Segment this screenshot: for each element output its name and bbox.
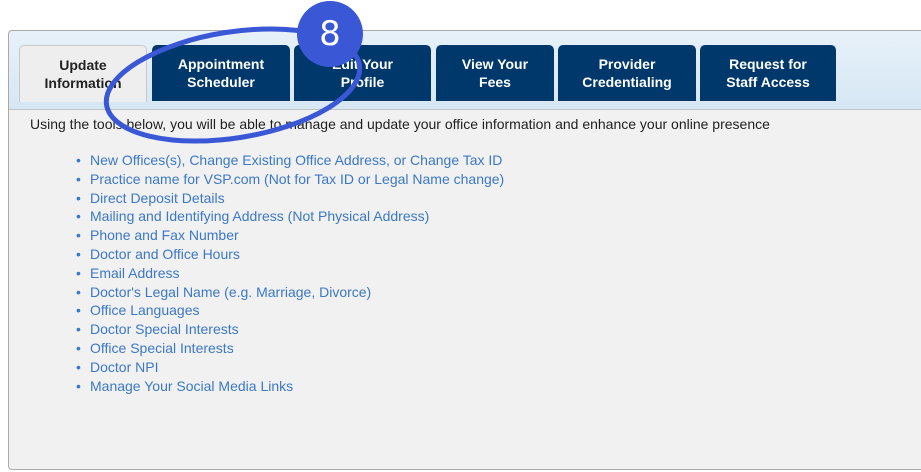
link-office-hours[interactable]: Doctor and Office Hours xyxy=(90,246,240,262)
tab-request-for-staff-access[interactable]: Request for Staff Access xyxy=(700,45,836,101)
bullet-icon: • xyxy=(76,170,81,187)
tab-view-your-fees-label: View Your Fees xyxy=(461,56,529,90)
list-item: • Doctor Special Interests xyxy=(75,320,504,339)
tab-appointment-scheduler-label: Appointment Scheduler xyxy=(177,56,265,90)
list-item: • Direct Deposit Details xyxy=(75,189,504,208)
link-new-offices[interactable]: New Offices(s), Change Existing Office A… xyxy=(90,152,502,168)
bullet-icon: • xyxy=(76,302,81,319)
tab-view-your-fees[interactable]: View Your Fees xyxy=(436,45,554,101)
link-email-address[interactable]: Email Address xyxy=(90,265,179,281)
bullet-icon: • xyxy=(76,152,81,168)
list-item: • Doctor and Office Hours xyxy=(75,245,504,264)
link-mailing-address[interactable]: Mailing and Identifying Address (Not Phy… xyxy=(90,208,429,224)
tab-provider-credentialing-label: Provider Credentialing xyxy=(582,56,672,90)
list-item: • Mailing and Identifying Address (Not Ph… xyxy=(75,207,504,226)
bullet-icon: • xyxy=(76,208,81,225)
link-doctor-special-interests[interactable]: Doctor Special Interests xyxy=(90,321,239,337)
tab-appointment-scheduler[interactable]: Appointment Scheduler xyxy=(152,45,290,101)
list-item: • Office Special Interests xyxy=(75,339,504,358)
link-phone-fax[interactable]: Phone and Fax Number xyxy=(90,227,239,243)
intro-text: Using the tools below, you will be able … xyxy=(30,116,770,132)
list-item: • Doctor's Legal Name (e.g. Marriage, Div… xyxy=(75,283,504,302)
bullet-icon: • xyxy=(76,339,81,356)
list-item: • Manage Your Social Media Links xyxy=(75,377,504,396)
list-item: • New Offices(s), Change Existing Office … xyxy=(75,151,504,170)
link-direct-deposit[interactable]: Direct Deposit Details xyxy=(90,190,225,206)
annotation-step-badge: 8 xyxy=(297,1,363,67)
tab-update-information[interactable]: Update Information xyxy=(19,45,147,102)
bullet-icon: • xyxy=(76,227,81,244)
link-social-media[interactable]: Manage Your Social Media Links xyxy=(90,378,293,394)
link-office-languages[interactable]: Office Languages xyxy=(90,302,200,318)
link-office-special-interests[interactable]: Office Special Interests xyxy=(90,340,234,356)
list-item: • Doctor NPI xyxy=(75,358,504,377)
tab-provider-credentialing[interactable]: Provider Credentialing xyxy=(558,45,696,101)
list-item: • Phone and Fax Number xyxy=(75,226,504,245)
list-item: • Email Address xyxy=(75,264,504,283)
update-options-list: • New Offices(s), Change Existing Office … xyxy=(75,151,504,395)
bullet-icon: • xyxy=(76,264,81,281)
tab-bar: Update Information Appointment Scheduler… xyxy=(9,31,921,110)
bullet-icon: • xyxy=(76,358,81,375)
tab-update-information-label: Update Information xyxy=(44,57,122,91)
link-practice-name[interactable]: Practice name for VSP.com (Not for Tax I… xyxy=(90,171,504,187)
list-item: • Practice name for VSP.com (Not for Tax … xyxy=(75,170,504,189)
link-legal-name[interactable]: Doctor's Legal Name (e.g. Marriage, Divo… xyxy=(90,284,371,300)
list-item: • Office Languages xyxy=(75,301,504,320)
bullet-icon: • xyxy=(76,189,81,206)
bullet-icon: • xyxy=(76,245,81,262)
link-doctor-npi[interactable]: Doctor NPI xyxy=(90,359,158,375)
tab-request-for-staff-access-label: Request for Staff Access xyxy=(726,56,810,90)
bullet-icon: • xyxy=(76,283,81,300)
bullet-icon: • xyxy=(76,377,81,394)
bullet-icon: • xyxy=(76,321,81,338)
